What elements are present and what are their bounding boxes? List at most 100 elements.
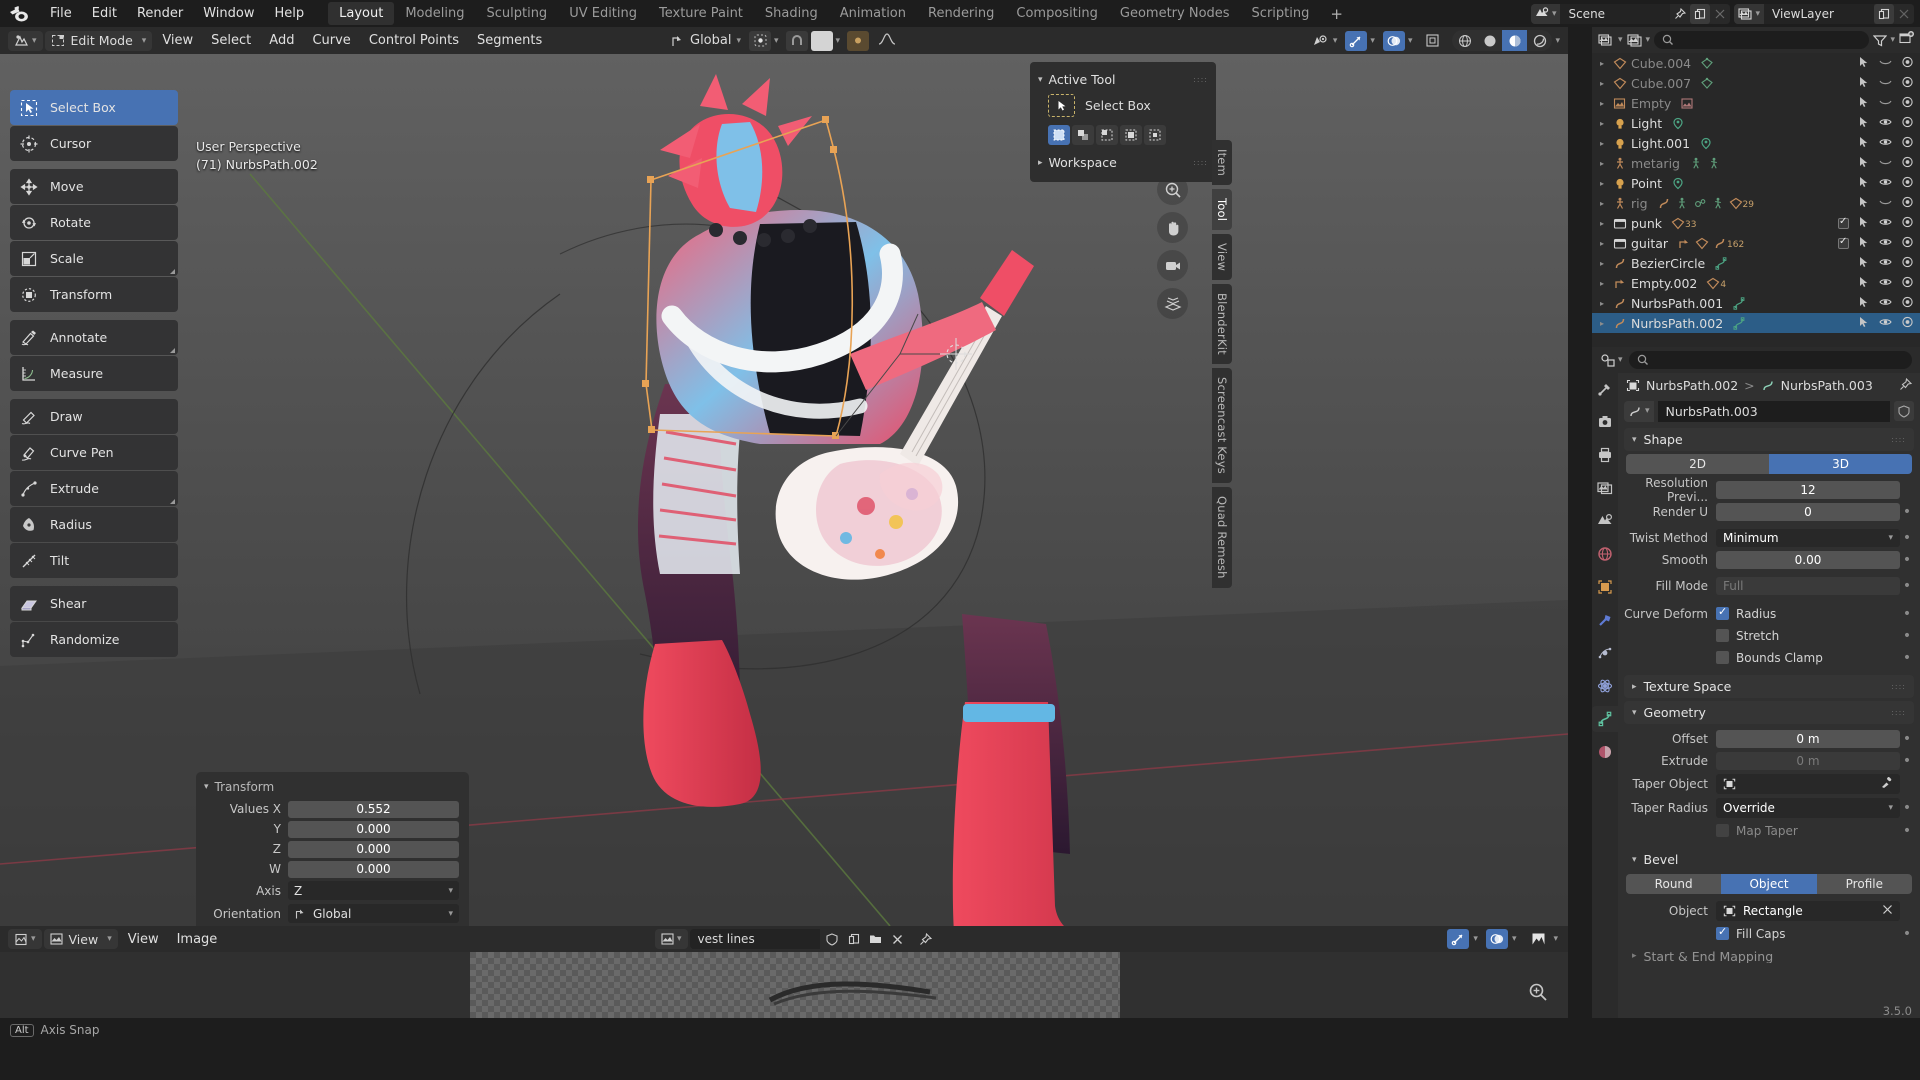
image-editor-menu-image[interactable]: Image bbox=[169, 930, 226, 949]
visibility-icon[interactable]: ▾ bbox=[1312, 34, 1337, 48]
selectability-icon[interactable] bbox=[1858, 116, 1870, 131]
selectability-icon[interactable] bbox=[1858, 96, 1870, 111]
visibility-eye-icon[interactable] bbox=[1879, 276, 1892, 291]
render-visibility-icon[interactable] bbox=[1901, 96, 1914, 111]
tab-shading[interactable]: Shading bbox=[754, 2, 829, 25]
new-collection-icon[interactable] bbox=[1899, 31, 1914, 49]
output-props-icon[interactable] bbox=[1595, 445, 1615, 465]
tool-curve-pen[interactable]: Curve Pen bbox=[10, 435, 178, 470]
tool-tilt[interactable]: Tilt bbox=[10, 543, 178, 578]
bounds-clamp-checkbox-row[interactable]: Bounds Clamp bbox=[1716, 651, 1900, 665]
viewport-menu-control-points[interactable]: Control Points bbox=[361, 31, 467, 50]
tool-draw[interactable]: Draw bbox=[10, 399, 178, 434]
dimension-2d-button[interactable]: 2D bbox=[1626, 454, 1769, 474]
image-name-field[interactable]: vest lines bbox=[689, 929, 820, 949]
selectability-icon[interactable] bbox=[1858, 256, 1870, 271]
values-w-field[interactable]: 0.000 bbox=[288, 860, 459, 878]
values-y-field[interactable]: 0.000 bbox=[288, 820, 459, 838]
selectability-icon[interactable] bbox=[1858, 236, 1870, 251]
falloff-curve-icon[interactable] bbox=[847, 30, 870, 51]
stretch-checkbox[interactable] bbox=[1716, 629, 1729, 642]
selectability-icon[interactable] bbox=[1858, 276, 1870, 291]
breadcrumb-data[interactable]: NurbsPath.003 bbox=[1781, 378, 1873, 393]
axis-select[interactable]: Z ▾ bbox=[288, 881, 459, 900]
expand-arrow-icon[interactable]: ▸ bbox=[1600, 279, 1613, 288]
visibility-eye-icon[interactable] bbox=[1879, 56, 1892, 71]
orientation-selector[interactable]: Global ▾ bbox=[665, 33, 746, 48]
outliner-row-rig[interactable]: ▸ rig 29 bbox=[1592, 193, 1920, 213]
render-visibility-icon[interactable] bbox=[1901, 176, 1914, 191]
render-visibility-icon[interactable] bbox=[1901, 316, 1914, 331]
tab-layout[interactable]: Layout bbox=[328, 2, 395, 25]
pivot-point-icon[interactable] bbox=[749, 30, 772, 51]
render-u-field[interactable]: 0 bbox=[1716, 502, 1900, 521]
outliner-row-beziercircle[interactable]: ▸ BezierCircle bbox=[1592, 253, 1920, 273]
visibility-eye-icon[interactable] bbox=[1879, 116, 1892, 131]
xray-icon[interactable] bbox=[1421, 31, 1443, 51]
menu-file[interactable]: File bbox=[40, 3, 82, 24]
radius-checkbox-row[interactable]: Radius bbox=[1716, 605, 1900, 621]
tool-shear[interactable]: Shear bbox=[10, 586, 178, 621]
animate-dot[interactable]: • bbox=[1900, 927, 1914, 941]
animate-dot[interactable]: • bbox=[1900, 801, 1914, 815]
sidebar-tab-blenderkit[interactable]: BlenderKit bbox=[1212, 284, 1232, 365]
add-workspace-button[interactable]: + bbox=[1320, 3, 1353, 25]
outliner-editor-type-icon[interactable] bbox=[1598, 33, 1623, 47]
outliner-row-point[interactable]: ▸ Point bbox=[1592, 173, 1920, 193]
render-visibility-icon[interactable] bbox=[1901, 76, 1914, 91]
outliner-row-light[interactable]: ▸ Light bbox=[1592, 113, 1920, 133]
menu-help[interactable]: Help bbox=[265, 3, 315, 24]
tab-compositing[interactable]: Compositing bbox=[1005, 2, 1109, 25]
fake-user-icon[interactable] bbox=[1894, 401, 1914, 421]
expand-arrow-icon[interactable]: ▸ bbox=[1600, 259, 1613, 268]
tool-cursor[interactable]: Cursor bbox=[10, 126, 178, 161]
viewport-menu-select[interactable]: Select bbox=[203, 31, 259, 50]
selectability-icon[interactable] bbox=[1858, 316, 1870, 331]
close-icon[interactable] bbox=[888, 929, 908, 949]
expand-arrow-icon[interactable]: ▸ bbox=[1600, 59, 1613, 68]
render-visibility-icon[interactable] bbox=[1901, 196, 1914, 211]
expand-arrow-icon[interactable]: ▸ bbox=[1600, 299, 1613, 308]
visibility-eye-icon[interactable] bbox=[1879, 156, 1892, 171]
expand-arrow-icon[interactable]: ▸ bbox=[1600, 79, 1613, 88]
tab-scripting[interactable]: Scripting bbox=[1241, 2, 1321, 25]
tool-annotate[interactable]: Annotate bbox=[10, 320, 178, 355]
tool-props-icon[interactable] bbox=[1595, 379, 1615, 399]
animate-dot[interactable]: • bbox=[1900, 505, 1914, 519]
viewlayer-name[interactable]: ViewLayer bbox=[1764, 3, 1874, 24]
overlays-icon[interactable] bbox=[1485, 929, 1508, 949]
active-tool-panel-header[interactable]: ▾ Active Tool :::: bbox=[1030, 68, 1216, 91]
geometry-panel-header[interactable]: ▾ Geometry :::: bbox=[1624, 701, 1914, 724]
outliner-row-punk[interactable]: ▸ punk 33 bbox=[1592, 213, 1920, 233]
pin-icon[interactable] bbox=[916, 929, 936, 949]
intersect-icon[interactable] bbox=[1144, 125, 1166, 145]
render-visibility-icon[interactable] bbox=[1901, 136, 1914, 151]
taper-object-field[interactable] bbox=[1716, 773, 1900, 794]
scene-name[interactable]: Scene bbox=[1560, 3, 1671, 24]
selectability-icon[interactable] bbox=[1858, 136, 1870, 151]
selectability-icon[interactable] bbox=[1858, 196, 1870, 211]
image-editor-mode-selector[interactable]: View bbox=[43, 929, 118, 949]
material-preview-icon[interactable] bbox=[1502, 30, 1528, 51]
menu-edit[interactable]: Edit bbox=[82, 3, 127, 24]
tool-extrude[interactable]: Extrude bbox=[10, 471, 178, 506]
visibility-eye-icon[interactable] bbox=[1879, 136, 1892, 151]
animate-dot[interactable]: • bbox=[1900, 732, 1914, 746]
image-icon[interactable] bbox=[655, 929, 688, 949]
expand-arrow-icon[interactable]: ▸ bbox=[1600, 219, 1613, 228]
values-x-field[interactable]: 0.552 bbox=[288, 800, 459, 818]
viewport-menu-segments[interactable]: Segments bbox=[469, 31, 550, 50]
set-new-icon[interactable] bbox=[1048, 125, 1070, 145]
tool-radius[interactable]: Radius bbox=[10, 507, 178, 542]
solid-icon[interactable] bbox=[1477, 30, 1502, 51]
properties-search-input[interactable] bbox=[1628, 351, 1912, 369]
bevel-object-button[interactable]: Object bbox=[1721, 874, 1817, 894]
proportional-editing-icon[interactable] bbox=[810, 30, 833, 51]
tab-modeling[interactable]: Modeling bbox=[394, 2, 475, 25]
outliner-display-mode[interactable] bbox=[1626, 33, 1651, 47]
sidebar-tab-screencast-keys[interactable]: Screencast Keys bbox=[1212, 368, 1232, 483]
visibility-eye-icon[interactable] bbox=[1879, 96, 1892, 111]
image-editor-canvas[interactable] bbox=[0, 952, 1568, 1018]
object-data-props-icon[interactable] bbox=[1592, 706, 1618, 732]
expand-arrow-icon[interactable]: ▸ bbox=[1600, 139, 1613, 148]
